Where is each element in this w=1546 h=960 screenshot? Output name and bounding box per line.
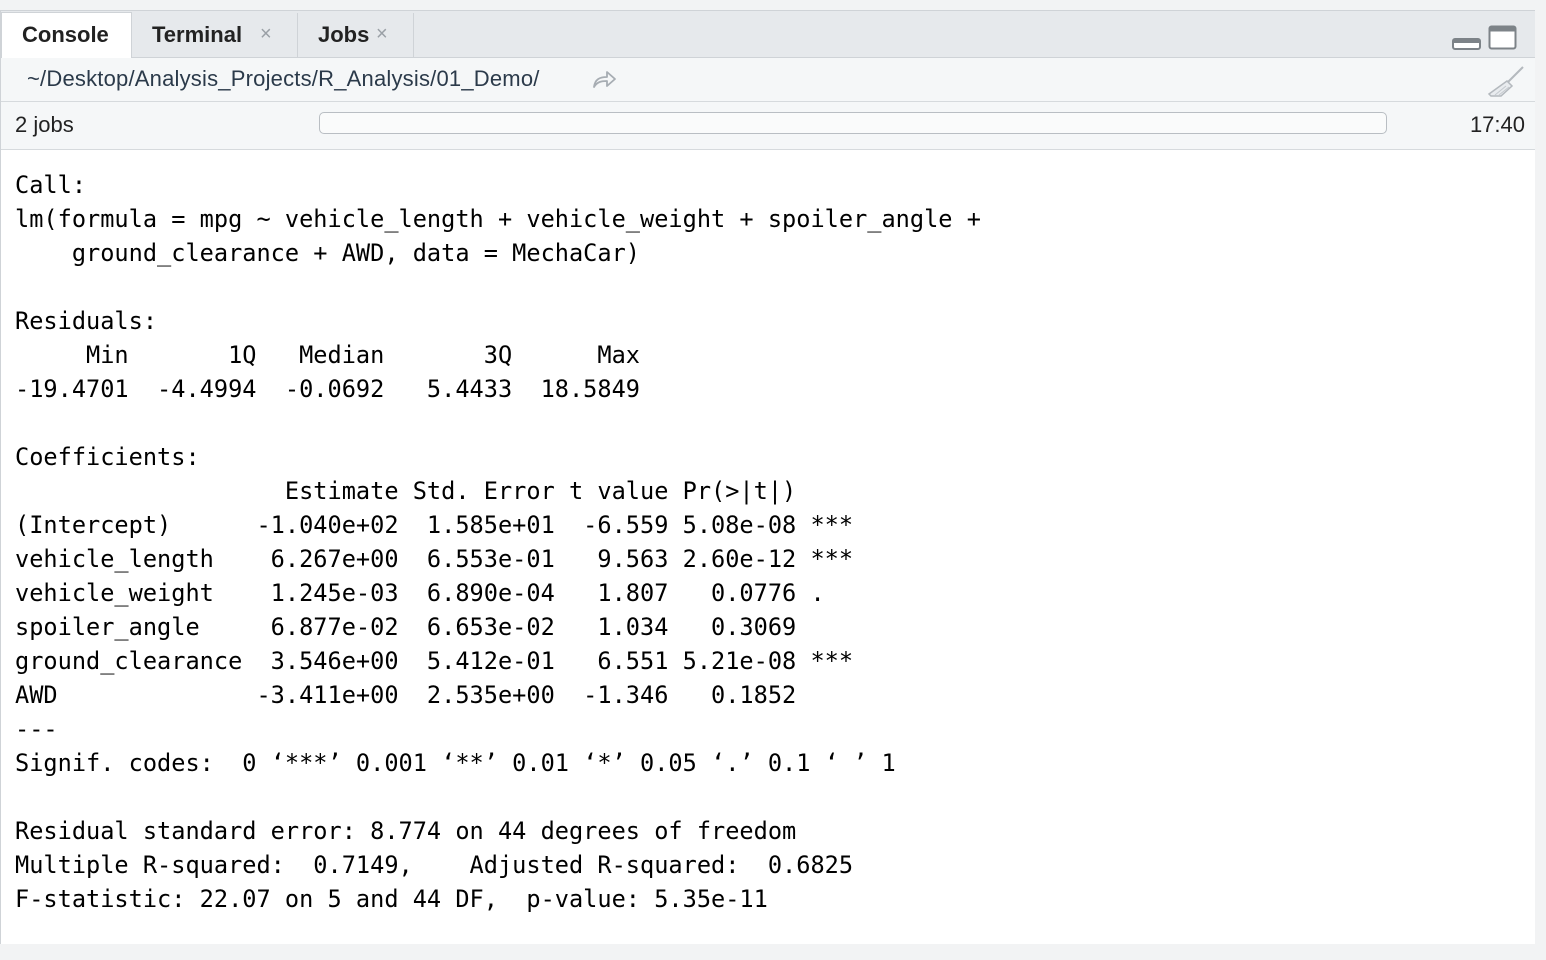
- jobs-elapsed-time: 17:40: [1469, 112, 1525, 137]
- console-line: F-statistic: 22.07 on 5 and 44 DF, p-val…: [15, 885, 768, 913]
- console-line: lm(formula = mpg ~ vehicle_length + vehi…: [15, 205, 996, 233]
- console-line: Residual standard error: 8.774 on 44 deg…: [15, 817, 797, 845]
- go-to-directory-icon[interactable]: [591, 70, 617, 90]
- console-line: -19.4701 -4.4994 -0.0692 5.4433 18.5849: [15, 375, 655, 403]
- broom-clear-icon[interactable]: [1487, 64, 1527, 98]
- tab-terminal[interactable]: Terminal ×: [132, 13, 298, 58]
- console-line: AWD -3.411e+00 2.535e+00 -1.346 0.1852: [15, 681, 854, 709]
- tab-console[interactable]: Console: [1, 12, 132, 59]
- console-line: ground_clearance 3.546e+00 5.412e-01 6.5…: [15, 647, 854, 675]
- console-line: Min 1Q Median 3Q Max: [15, 341, 655, 369]
- console-line: ground_clearance + AWD, data = MechaCar): [15, 239, 641, 267]
- console-line: ---: [15, 715, 58, 743]
- working-directory-bar: ~/Desktop/Analysis_Projects/R_Analysis/0…: [1, 58, 1535, 102]
- close-icon[interactable]: ×: [376, 13, 388, 56]
- console-output-text: Call: lm(formula = mpg ~ vehicle_length +…: [15, 168, 995, 916]
- jobs-count-label[interactable]: 2 jobs: [15, 112, 74, 138]
- tab-jobs-label: Jobs: [318, 22, 370, 47]
- jobs-status-bar: 2 jobs 17:40: [1, 102, 1535, 150]
- tab-console-label: Console: [22, 22, 109, 47]
- minimize-pane-icon[interactable]: [1452, 35, 1482, 51]
- console-pane: Console Terminal × Jobs × ~/Desktop/Anal…: [0, 10, 1535, 944]
- console-line: spoiler_angle 6.877e-02 6.653e-02 1.034 …: [15, 613, 854, 641]
- close-icon[interactable]: ×: [260, 13, 272, 56]
- console-line: vehicle_weight 1.245e-03 6.890e-04 1.807…: [15, 579, 854, 607]
- console-line: Estimate Std. Error t value Pr(>|t|): [15, 477, 854, 505]
- console-line: Call:: [15, 171, 87, 199]
- working-directory-path[interactable]: ~/Desktop/Analysis_Projects/R_Analysis/0…: [27, 66, 540, 92]
- console-output-area[interactable]: Call: lm(formula = mpg ~ vehicle_length +…: [1, 150, 1535, 944]
- console-line: Multiple R-squared: 0.7149, Adjusted R-s…: [15, 851, 868, 879]
- console-line: Signif. codes: 0 ‘***’ 0.001 ‘**’ 0.01 ‘…: [15, 749, 896, 777]
- tab-jobs[interactable]: Jobs ×: [298, 13, 414, 58]
- maximize-pane-icon[interactable]: [1488, 25, 1518, 51]
- console-line: (Intercept) -1.040e+02 1.585e+01 -6.559 …: [15, 511, 854, 539]
- console-line: vehicle_length 6.267e+00 6.553e-01 9.563…: [15, 545, 854, 573]
- jobs-progress-bar: [319, 112, 1387, 134]
- console-line: Residuals:: [15, 307, 158, 335]
- console-line: Coefficients:: [15, 443, 200, 471]
- pane-tab-bar: Console Terminal × Jobs ×: [1, 10, 1535, 59]
- tab-terminal-label: Terminal: [152, 22, 243, 47]
